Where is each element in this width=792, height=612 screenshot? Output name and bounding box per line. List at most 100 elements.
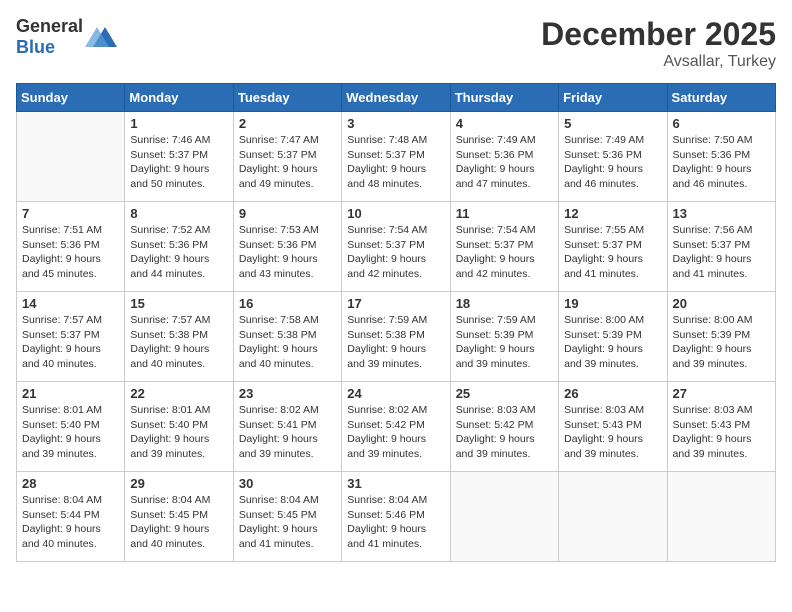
day-number: 18 — [456, 296, 553, 311]
day-number: 8 — [130, 206, 227, 221]
cell-info: Sunrise: 7:58 AMSunset: 5:38 PMDaylight:… — [239, 313, 336, 372]
day-number: 30 — [239, 476, 336, 491]
cell-info: Sunrise: 8:02 AMSunset: 5:41 PMDaylight:… — [239, 403, 336, 462]
calendar-week-4: 21 Sunrise: 8:01 AMSunset: 5:40 PMDayligh… — [17, 382, 776, 472]
weekday-header-monday: Monday — [125, 84, 233, 112]
cell-info: Sunrise: 8:04 AMSunset: 5:44 PMDaylight:… — [22, 493, 119, 552]
calendar-cell: 17Sunrise: 7:59 AMSunset: 5:38 PMDayligh… — [342, 292, 450, 382]
calendar-cell: 12 Sunrise: 7:55 AMSunset: 5:37 PMDayligh… — [559, 202, 667, 292]
calendar-cell: 3Sunrise: 7:48 AMSunset: 5:37 PMDaylight… — [342, 112, 450, 202]
cell-info: Sunrise: 7:54 AMSunset: 5:37 PMDaylight:… — [347, 223, 444, 282]
day-number: 25 — [456, 386, 553, 401]
calendar-cell: 25 Sunrise: 8:03 AMSunset: 5:42 PMDayligh… — [450, 382, 558, 472]
calendar-cell: 27Sunrise: 8:03 AMSunset: 5:43 PMDayligh… — [667, 382, 775, 472]
month-title: December 2025 — [541, 16, 776, 53]
calendar-cell: 6Sunrise: 7:50 AMSunset: 5:36 PMDaylight… — [667, 112, 775, 202]
cell-info: Sunrise: 7:57 AMSunset: 5:37 PMDaylight:… — [22, 313, 119, 372]
day-number: 9 — [239, 206, 336, 221]
location-title: Avsallar, Turkey — [541, 53, 776, 71]
calendar-week-5: 28 Sunrise: 8:04 AMSunset: 5:44 PMDayligh… — [17, 472, 776, 562]
calendar-cell: 11Sunrise: 7:54 AMSunset: 5:37 PMDayligh… — [450, 202, 558, 292]
cell-info: Sunrise: 8:00 AMSunset: 5:39 PMDaylight:… — [564, 313, 661, 372]
calendar-cell: 5Sunrise: 7:49 AMSunset: 5:36 PMDaylight… — [559, 112, 667, 202]
calendar-cell: 24 Sunrise: 8:02 AMSunset: 5:42 PMDayligh… — [342, 382, 450, 472]
calendar-cell: 8 Sunrise: 7:52 AMSunset: 5:36 PMDaylight… — [125, 202, 233, 292]
calendar-cell: 1 Sunrise: 7:46 AMSunset: 5:37 PMDaylight… — [125, 112, 233, 202]
day-number: 1 — [130, 116, 227, 131]
cell-info: Sunrise: 8:04 AMSunset: 5:45 PMDaylight:… — [130, 493, 227, 552]
cell-info: Sunrise: 7:54 AMSunset: 5:37 PMDaylight:… — [456, 223, 553, 282]
cell-info: Sunrise: 7:46 AMSunset: 5:37 PMDaylight:… — [130, 133, 227, 192]
calendar-cell — [17, 112, 125, 202]
day-number: 31 — [347, 476, 444, 491]
day-number: 12 — [564, 206, 661, 221]
cell-info: Sunrise: 7:49 AMSunset: 5:36 PMDaylight:… — [456, 133, 553, 192]
day-number: 28 — [22, 476, 119, 491]
calendar-cell: 16Sunrise: 7:58 AMSunset: 5:38 PMDayligh… — [233, 292, 341, 382]
calendar-week-3: 14 Sunrise: 7:57 AMSunset: 5:37 PMDayligh… — [17, 292, 776, 382]
calendar-cell: 31Sunrise: 8:04 AMSunset: 5:46 PMDayligh… — [342, 472, 450, 562]
logo-blue: Blue — [16, 37, 55, 57]
calendar-cell: 23 Sunrise: 8:02 AMSunset: 5:41 PMDayligh… — [233, 382, 341, 472]
weekday-header-row: SundayMondayTuesdayWednesdayThursdayFrid… — [17, 84, 776, 112]
day-number: 13 — [673, 206, 770, 221]
calendar-table: SundayMondayTuesdayWednesdayThursdayFrid… — [16, 83, 776, 562]
cell-info: Sunrise: 8:01 AMSunset: 5:40 PMDaylight:… — [22, 403, 119, 462]
cell-info: Sunrise: 7:57 AMSunset: 5:38 PMDaylight:… — [130, 313, 227, 372]
cell-info: Sunrise: 7:56 AMSunset: 5:37 PMDaylight:… — [673, 223, 770, 282]
calendar-cell: 26Sunrise: 8:03 AMSunset: 5:43 PMDayligh… — [559, 382, 667, 472]
calendar-cell: 7 Sunrise: 7:51 AMSunset: 5:36 PMDaylight… — [17, 202, 125, 292]
cell-info: Sunrise: 8:04 AMSunset: 5:45 PMDaylight:… — [239, 493, 336, 552]
logo-wordmark: General Blue — [16, 16, 83, 58]
calendar-cell: 2 Sunrise: 7:47 AMSunset: 5:37 PMDaylight… — [233, 112, 341, 202]
weekday-header-wednesday: Wednesday — [342, 84, 450, 112]
day-number: 29 — [130, 476, 227, 491]
day-number: 4 — [456, 116, 553, 131]
day-number: 22 — [130, 386, 227, 401]
calendar-cell — [667, 472, 775, 562]
calendar-cell: 30 Sunrise: 8:04 AMSunset: 5:45 PMDayligh… — [233, 472, 341, 562]
cell-info: Sunrise: 7:51 AMSunset: 5:36 PMDaylight:… — [22, 223, 119, 282]
calendar-cell — [559, 472, 667, 562]
calendar-cell — [450, 472, 558, 562]
calendar-cell: 14 Sunrise: 7:57 AMSunset: 5:37 PMDayligh… — [17, 292, 125, 382]
weekday-header-tuesday: Tuesday — [233, 84, 341, 112]
calendar-cell: 4 Sunrise: 7:49 AMSunset: 5:36 PMDaylight… — [450, 112, 558, 202]
cell-info: Sunrise: 8:02 AMSunset: 5:42 PMDaylight:… — [347, 403, 444, 462]
calendar-cell: 21 Sunrise: 8:01 AMSunset: 5:40 PMDayligh… — [17, 382, 125, 472]
page-header: General Blue December 2025 Avsallar, Tur… — [16, 16, 776, 71]
day-number: 5 — [564, 116, 661, 131]
day-number: 15 — [130, 296, 227, 311]
cell-info: Sunrise: 7:47 AMSunset: 5:37 PMDaylight:… — [239, 133, 336, 192]
calendar-week-1: 1 Sunrise: 7:46 AMSunset: 5:37 PMDaylight… — [17, 112, 776, 202]
cell-info: Sunrise: 8:00 AMSunset: 5:39 PMDaylight:… — [673, 313, 770, 372]
day-number: 7 — [22, 206, 119, 221]
cell-info: Sunrise: 8:03 AMSunset: 5:42 PMDaylight:… — [456, 403, 553, 462]
day-number: 23 — [239, 386, 336, 401]
logo-general: General — [16, 16, 83, 36]
day-number: 2 — [239, 116, 336, 131]
calendar-cell: 19Sunrise: 8:00 AMSunset: 5:39 PMDayligh… — [559, 292, 667, 382]
calendar-cell: 10 Sunrise: 7:54 AMSunset: 5:37 PMDayligh… — [342, 202, 450, 292]
cell-info: Sunrise: 7:59 AMSunset: 5:39 PMDaylight:… — [456, 313, 553, 372]
day-number: 26 — [564, 386, 661, 401]
day-number: 14 — [22, 296, 119, 311]
title-block: December 2025 Avsallar, Turkey — [541, 16, 776, 71]
day-number: 24 — [347, 386, 444, 401]
cell-info: Sunrise: 7:50 AMSunset: 5:36 PMDaylight:… — [673, 133, 770, 192]
day-number: 20 — [673, 296, 770, 311]
calendar-cell: 15 Sunrise: 7:57 AMSunset: 5:38 PMDayligh… — [125, 292, 233, 382]
calendar-cell: 29 Sunrise: 8:04 AMSunset: 5:45 PMDayligh… — [125, 472, 233, 562]
cell-info: Sunrise: 8:01 AMSunset: 5:40 PMDaylight:… — [130, 403, 227, 462]
calendar-cell: 18 Sunrise: 7:59 AMSunset: 5:39 PMDayligh… — [450, 292, 558, 382]
calendar-cell: 20 Sunrise: 8:00 AMSunset: 5:39 PMDayligh… — [667, 292, 775, 382]
weekday-header-sunday: Sunday — [17, 84, 125, 112]
calendar-cell: 22 Sunrise: 8:01 AMSunset: 5:40 PMDayligh… — [125, 382, 233, 472]
cell-info: Sunrise: 7:52 AMSunset: 5:36 PMDaylight:… — [130, 223, 227, 282]
cell-info: Sunrise: 7:59 AMSunset: 5:38 PMDaylight:… — [347, 313, 444, 372]
cell-info: Sunrise: 7:55 AMSunset: 5:37 PMDaylight:… — [564, 223, 661, 282]
day-number: 10 — [347, 206, 444, 221]
calendar-cell: 28 Sunrise: 8:04 AMSunset: 5:44 PMDayligh… — [17, 472, 125, 562]
logo-icon — [85, 23, 117, 51]
day-number: 21 — [22, 386, 119, 401]
